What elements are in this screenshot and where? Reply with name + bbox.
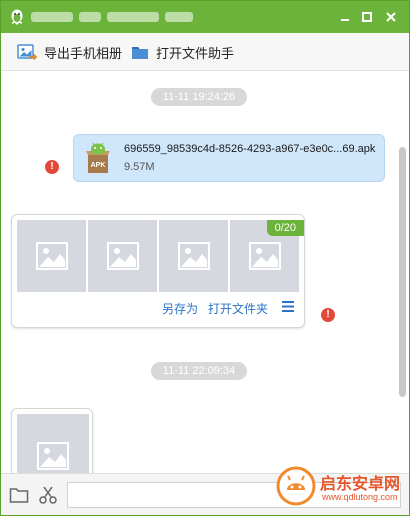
error-icon[interactable]: ! <box>321 308 335 322</box>
scrollbar[interactable] <box>397 72 409 473</box>
image-placeholder-icon <box>35 242 68 270</box>
timestamp: 11-11 22:09:34 <box>151 362 247 380</box>
close-icon <box>386 12 396 22</box>
image-placeholder-icon <box>37 442 69 470</box>
title-bar[interactable] <box>1 1 409 33</box>
photo-thumbnail[interactable] <box>17 414 89 473</box>
album-counter-badge: 0/20 <box>266 220 304 236</box>
save-as-link[interactable]: 另存为 <box>162 300 198 317</box>
watermark: 启东安卓网 www.qdlutong.com <box>276 462 406 512</box>
minimize-icon <box>341 19 349 21</box>
album-message[interactable]: 0/20 另存为 打开文件夹 <box>11 214 305 328</box>
maximize-icon <box>362 12 372 22</box>
album-thumbnails <box>17 220 301 292</box>
svg-text:APK: APK <box>91 162 106 169</box>
image-placeholder-icon <box>248 242 281 270</box>
photo-export-icon <box>17 44 37 61</box>
photo-thumbnail[interactable] <box>17 220 86 292</box>
file-size: 9.57M <box>124 161 155 173</box>
scrollbar-thumb[interactable] <box>399 147 406 397</box>
message-list[interactable]: 11-11 19:24:26 ! APK 696559_98539c4d-852… <box>1 72 397 473</box>
export-album-label: 导出手机相册 <box>44 45 123 61</box>
minimize-button[interactable] <box>335 7 355 27</box>
close-button[interactable] <box>381 7 401 27</box>
image-placeholder-icon <box>106 242 139 270</box>
timestamp: 11-11 19:24:26 <box>151 88 247 106</box>
qq-penguin-icon <box>11 9 23 26</box>
toolbar: 导出手机相册 打开文件助手 <box>1 33 409 71</box>
file-message[interactable]: APK 696559_98539c4d-8526-4293-a967-e3e0c… <box>73 134 385 182</box>
image-message[interactable] <box>11 408 93 473</box>
open-folder-link[interactable]: 打开文件夹 <box>208 300 268 317</box>
folder-icon <box>132 47 148 59</box>
menu-icon[interactable] <box>282 301 294 312</box>
watermark-name: 启东安卓网 <box>320 476 401 493</box>
photo-thumbnail[interactable] <box>159 220 228 292</box>
image-placeholder-icon <box>177 242 210 270</box>
watermark-logo <box>276 466 316 506</box>
open-file-helper-label: 打开文件助手 <box>156 45 235 61</box>
error-icon[interactable]: ! <box>45 160 59 174</box>
apk-file-icon: APK <box>86 142 110 173</box>
maximize-button[interactable] <box>357 7 377 27</box>
photo-thumbnail[interactable] <box>88 220 157 292</box>
file-name: 696559_98539c4d-8526-4293-a967-e3e0c...6… <box>124 143 376 155</box>
folder-icon[interactable] <box>9 486 29 504</box>
chat-window: 导出手机相册 打开文件助手 11-11 19:24:26 ! APK 69655… <box>0 0 410 516</box>
contact-name-redacted <box>31 12 193 22</box>
album-actions: 另存为 打开文件夹 <box>12 295 304 321</box>
watermark-url: www.qdlutong.com <box>322 492 398 502</box>
open-file-helper-button[interactable]: 打开文件助手 <box>131 41 234 63</box>
export-album-button[interactable]: 导出手机相册 <box>17 41 122 63</box>
scissors-icon[interactable] <box>38 486 58 504</box>
